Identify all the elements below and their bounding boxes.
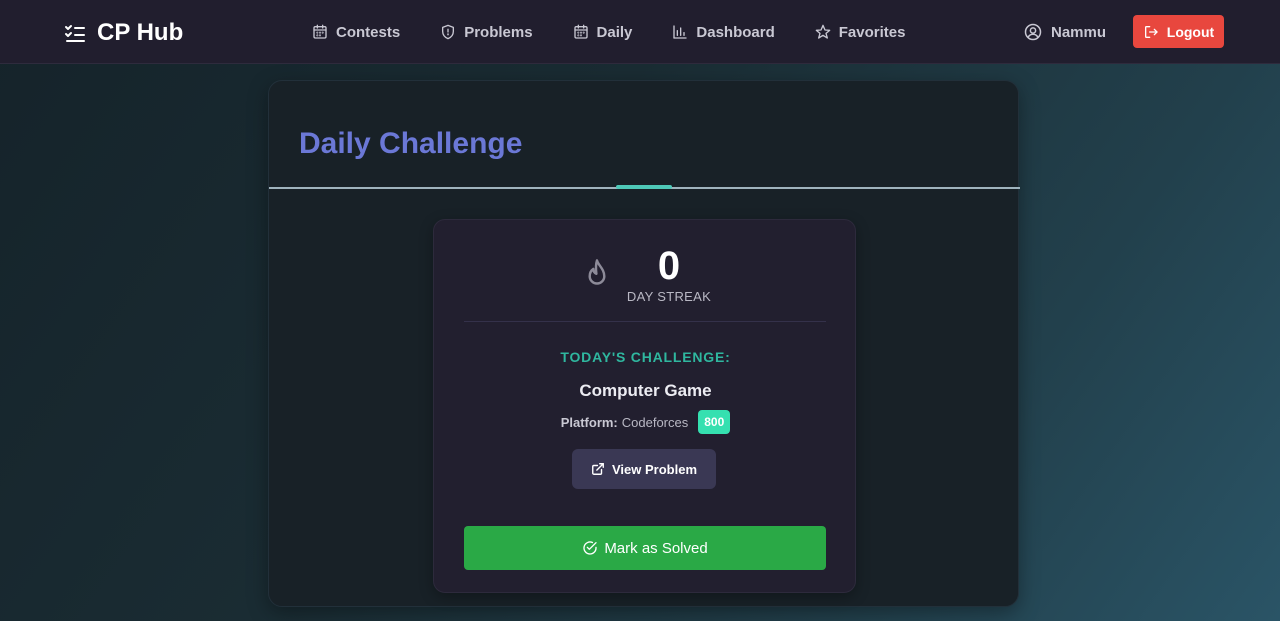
logout-icon bbox=[1144, 25, 1158, 38]
nav-label: Favorites bbox=[838, 23, 906, 41]
problem-title: Computer Game bbox=[579, 381, 712, 400]
challenge-panel: 0 DAY STREAK TODAY'S CHALLENGE: Computer… bbox=[433, 219, 856, 593]
streak-divider bbox=[464, 321, 826, 322]
external-link-icon bbox=[592, 463, 604, 475]
flame-icon bbox=[588, 259, 606, 285]
challenge-heading: TODAY'S CHALLENGE: bbox=[560, 349, 731, 365]
nav-label: Contests bbox=[336, 23, 401, 41]
platform-row: Platform: Codeforces 800 bbox=[434, 409, 857, 435]
rating-badge: 800 bbox=[698, 410, 731, 434]
calendar-icon bbox=[313, 24, 327, 39]
view-problem-label: View Problem bbox=[611, 461, 697, 477]
nav-item-problems[interactable]: Problems bbox=[440, 23, 533, 41]
nav-label: Daily bbox=[596, 23, 633, 41]
nav-label: Dashboard bbox=[696, 23, 775, 41]
mark-as-solved-button[interactable]: Mark as Solved bbox=[464, 526, 826, 570]
logout-button[interactable]: Logout bbox=[1133, 15, 1224, 48]
streak-label: DAY STREAK bbox=[626, 289, 712, 304]
calendar-icon bbox=[573, 24, 588, 39]
navbar: CP Hub Contests Problems Daily Dashboard bbox=[0, 0, 1280, 64]
user-circle-icon bbox=[1024, 23, 1042, 41]
nav-links: Contests Problems Daily Dashboard Favori… bbox=[312, 20, 945, 44]
star-icon bbox=[815, 24, 831, 39]
checklist-icon bbox=[65, 25, 85, 42]
nav-label: Problems bbox=[464, 23, 533, 41]
user-menu[interactable]: Nammu bbox=[1024, 20, 1106, 44]
platform-name: Codeforces bbox=[621, 414, 689, 430]
nav-item-favorites[interactable]: Favorites bbox=[815, 23, 906, 41]
daily-challenge-card: Daily Challenge 0 DAY STREAK TODAY'S CHA… bbox=[268, 80, 1020, 607]
brand-logo[interactable]: CP Hub bbox=[63, 18, 183, 48]
streak-count: 0 bbox=[657, 244, 681, 288]
view-problem-button[interactable]: View Problem bbox=[572, 449, 716, 489]
brand-name: CP Hub bbox=[97, 19, 184, 46]
mark-as-solved-label: Mark as Solved bbox=[604, 539, 708, 557]
logout-label: Logout bbox=[1166, 23, 1215, 40]
user-name: Nammu bbox=[1051, 23, 1107, 41]
page-title: Daily Challenge bbox=[299, 127, 523, 160]
nav-item-dashboard[interactable]: Dashboard bbox=[672, 23, 775, 41]
bar-chart-icon bbox=[673, 25, 688, 39]
nav-item-daily[interactable]: Daily bbox=[573, 23, 633, 41]
platform-label: Platform: bbox=[560, 414, 618, 430]
nav-item-contests[interactable]: Contests bbox=[312, 24, 400, 41]
check-circle-icon bbox=[583, 541, 597, 555]
title-accent-bar bbox=[616, 185, 672, 189]
shield-icon bbox=[442, 24, 455, 40]
